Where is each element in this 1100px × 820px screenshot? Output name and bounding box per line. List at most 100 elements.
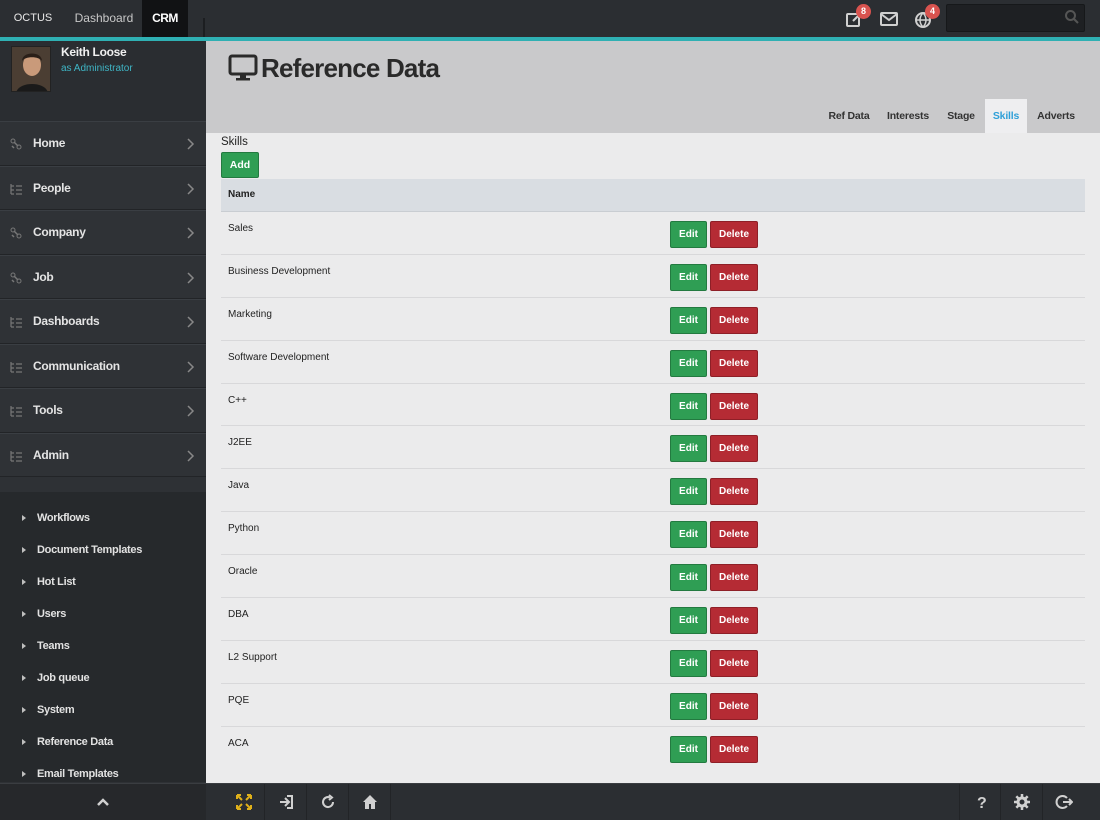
skill-name: Oracle (228, 566, 258, 578)
table-row: Oracle Edit Delete (221, 555, 1085, 599)
help-button[interactable]: ? (959, 784, 1001, 820)
table-row: Sales Edit Delete (221, 212, 1085, 255)
sidebar-item-company[interactable]: Company (0, 210, 206, 255)
submenu-item-job-queue[interactable]: Job queue (0, 665, 206, 697)
search-icon[interactable] (1064, 9, 1080, 25)
table-row: ACA Edit Delete (221, 727, 1085, 770)
tab-interests[interactable]: Interests (882, 99, 934, 133)
caret-right-icon (22, 611, 26, 617)
skill-name: Business Development (228, 265, 331, 277)
chevron-right-icon (186, 137, 196, 151)
delete-button[interactable]: Delete (710, 435, 758, 463)
edit-button[interactable]: Edit (670, 263, 707, 291)
user-name: Keith Loose (61, 45, 127, 59)
page-header: Reference Data Ref Data Interests Stage … (206, 41, 1100, 133)
tree-icon (9, 315, 23, 329)
edit-button[interactable]: Edit (670, 692, 707, 720)
chevron-right-icon (186, 271, 196, 285)
edit-button[interactable]: Edit (670, 735, 707, 763)
delete-button[interactable]: Delete (710, 221, 758, 248)
submenu-item-label: Email Templates (37, 768, 119, 780)
caret-right-icon (22, 643, 26, 649)
tab-crm[interactable]: CRM (142, 0, 188, 37)
submenu-item-users[interactable]: Users (0, 601, 206, 633)
delete-button[interactable]: Delete (710, 349, 758, 377)
tab-adverts[interactable]: Adverts (1030, 99, 1082, 133)
sidebar-item-tools[interactable]: Tools (0, 388, 206, 433)
submenu-item-teams[interactable]: Teams (0, 633, 206, 665)
sidebar-item-admin[interactable]: Admin (0, 432, 206, 477)
edit-button[interactable]: Edit (670, 521, 707, 549)
settings-button[interactable] (1001, 784, 1043, 820)
tree-icon (9, 360, 23, 374)
chevron-right-icon (186, 449, 196, 463)
sidebar: Keith Loose as Administrator Home People… (0, 41, 206, 783)
home-button[interactable] (349, 784, 391, 820)
edit-button[interactable]: Edit (670, 306, 707, 334)
fullscreen-button[interactable] (223, 784, 265, 820)
edit-button[interactable]: Edit (670, 607, 707, 635)
link-icon (9, 137, 23, 151)
table-row: L2 Support Edit Delete (221, 641, 1085, 684)
caret-right-icon (22, 675, 26, 681)
chevron-up-icon[interactable] (95, 794, 111, 815)
logout-button[interactable] (1043, 784, 1085, 820)
edit-button[interactable]: Edit (670, 478, 707, 506)
submenu-item-hot-list[interactable]: Hot List (0, 569, 206, 601)
skill-name: Python (228, 523, 260, 535)
bottom-bar: ? (0, 783, 1100, 820)
delete-button[interactable]: Delete (710, 392, 758, 420)
submenu-item-document-templates[interactable]: Document Templates (0, 537, 206, 569)
edit-badge: 8 (856, 4, 871, 19)
sidebar-item-home[interactable]: Home (0, 121, 206, 166)
delete-button[interactable]: Delete (710, 521, 758, 549)
sidebar-collapse-area (0, 784, 206, 820)
submenu-item-reference-data[interactable]: Reference Data (0, 729, 206, 761)
edit-button[interactable]: Edit (670, 392, 707, 420)
skill-name: Marketing (228, 308, 272, 320)
edit-button[interactable]: Edit (670, 564, 707, 592)
sidebar-item-dashboards[interactable]: Dashboards (0, 299, 206, 344)
skill-name: J2EE (228, 437, 252, 449)
refresh-icon (322, 794, 335, 809)
delete-button[interactable]: Delete (710, 263, 758, 291)
edit-button[interactable]: Edit (670, 349, 707, 377)
question-icon: ? (977, 795, 987, 811)
mail-icon[interactable] (878, 8, 900, 30)
tab-stage[interactable]: Stage (941, 99, 981, 133)
link-icon (9, 271, 23, 285)
delete-button[interactable]: Delete (710, 306, 758, 334)
submenu-item-workflows[interactable]: Workflows (0, 505, 206, 537)
sign-in-icon (280, 795, 293, 809)
edit-button[interactable]: Edit (670, 221, 707, 248)
delete-button[interactable]: Delete (710, 735, 758, 763)
submenu-item-system[interactable]: System (0, 697, 206, 729)
table-row: Python Edit Delete (221, 512, 1085, 556)
link-icon (9, 226, 23, 240)
gear-icon (1014, 794, 1030, 810)
sidebar-item-job[interactable]: Job (0, 254, 206, 299)
sidebar-item-communication[interactable]: Communication (0, 343, 206, 388)
delete-button[interactable]: Delete (710, 607, 758, 635)
user-role[interactable]: as Administrator (61, 63, 133, 74)
add-button[interactable]: Add (221, 152, 259, 178)
edit-button[interactable]: Edit (670, 649, 707, 677)
brand-logo[interactable]: OCTUS (0, 0, 66, 37)
sidebar-item-people[interactable]: People (0, 165, 206, 210)
top-bar: OCTUS Dashboard CRM 8 4 (0, 0, 1100, 37)
login-button[interactable] (265, 784, 307, 820)
delete-button[interactable]: Delete (710, 564, 758, 592)
submenu-item-label: Job queue (37, 672, 90, 684)
table-row: J2EE Edit Delete (221, 426, 1085, 470)
tab-ref-data[interactable]: Ref Data (823, 99, 875, 133)
refresh-button[interactable] (307, 784, 349, 820)
submenu-item-label: Workflows (37, 512, 90, 524)
tab-dashboard[interactable]: Dashboard (66, 0, 142, 37)
delete-button[interactable]: Delete (710, 478, 758, 506)
delete-button[interactable]: Delete (710, 692, 758, 720)
edit-button[interactable]: Edit (670, 435, 707, 463)
svg-text:?: ? (977, 795, 987, 811)
avatar[interactable] (11, 46, 51, 92)
tab-skills[interactable]: Skills (985, 99, 1027, 133)
delete-button[interactable]: Delete (710, 649, 758, 677)
